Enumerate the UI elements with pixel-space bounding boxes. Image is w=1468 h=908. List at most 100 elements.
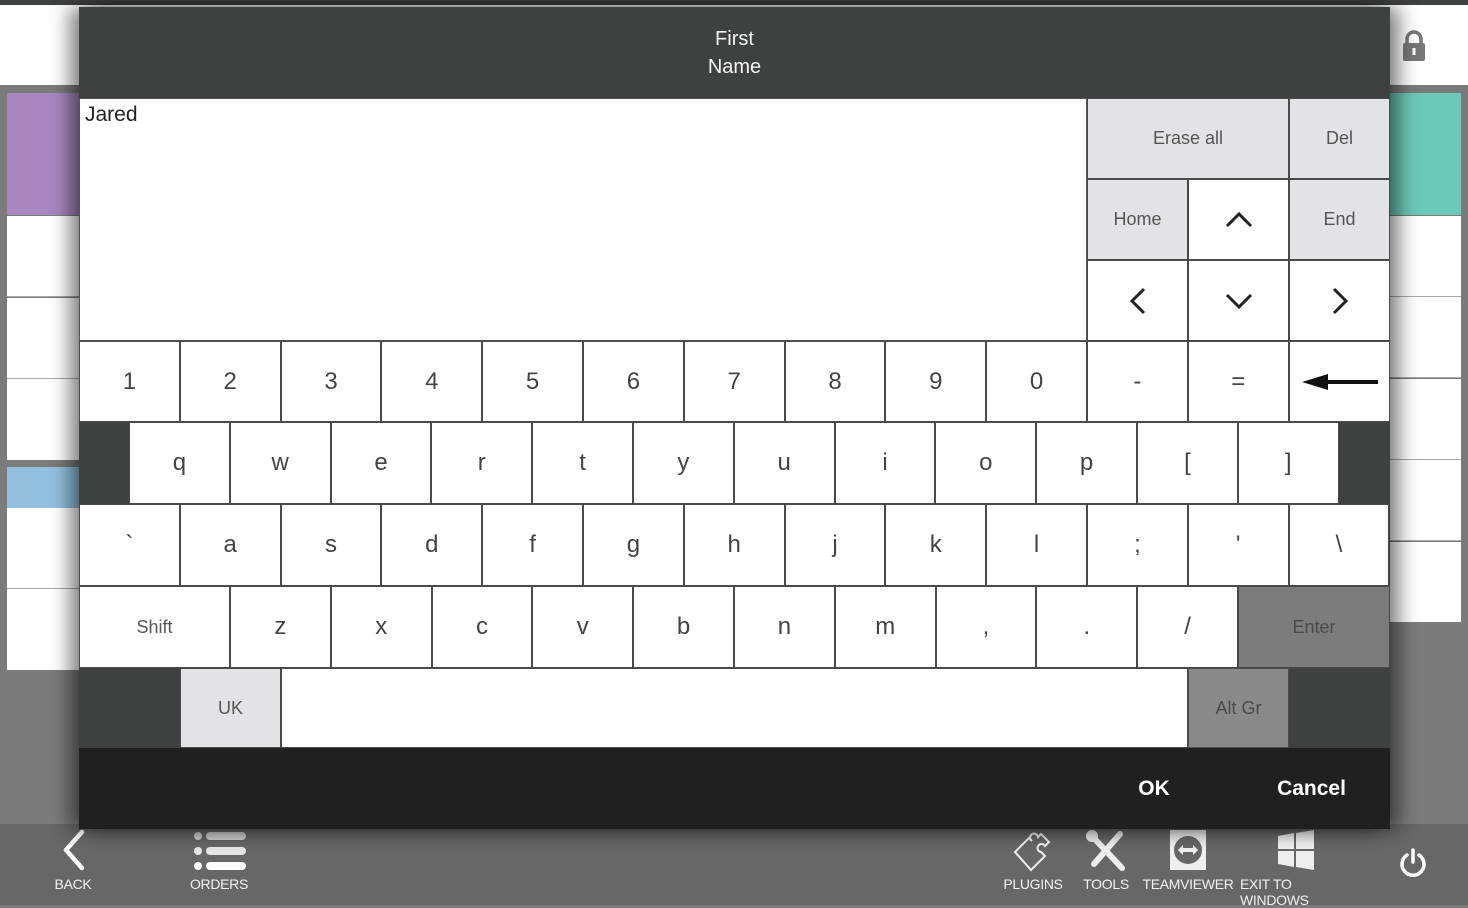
plugins-label: PLUGINS <box>1003 876 1063 892</box>
key[interactable]: n <box>734 586 835 668</box>
key[interactable]: i <box>834 422 936 504</box>
key[interactable]: x <box>330 586 432 668</box>
left-key[interactable] <box>1087 260 1188 341</box>
key[interactable]: 9 <box>885 341 987 422</box>
key[interactable]: 2 <box>179 341 281 422</box>
first-name-input[interactable]: Jared <box>79 98 1087 341</box>
key[interactable]: . <box>1036 586 1138 668</box>
list-icon <box>194 832 246 870</box>
orders-button[interactable]: ORDERS <box>188 828 250 892</box>
space-key[interactable] <box>281 668 1188 748</box>
right-key[interactable] <box>1289 260 1390 341</box>
key[interactable]: ' <box>1187 504 1289 586</box>
row-filler <box>1289 668 1390 748</box>
key[interactable]: g <box>583 504 684 586</box>
title-line-2: Name <box>707 55 762 78</box>
key[interactable]: j <box>784 504 886 586</box>
key[interactable]: d <box>381 504 483 586</box>
tile[interactable] <box>7 298 82 379</box>
layout-uk-key[interactable]: UK <box>180 668 281 748</box>
tile[interactable] <box>7 216 82 297</box>
tile-purple[interactable] <box>7 93 82 215</box>
key[interactable]: r <box>431 422 533 504</box>
power-icon[interactable] <box>1397 847 1429 879</box>
back-label: BACK <box>54 876 92 892</box>
plugins-button[interactable]: PLUGINS <box>1003 828 1063 892</box>
tile[interactable] <box>7 379 82 460</box>
key[interactable]: o <box>935 422 1037 504</box>
shift-key[interactable]: Shift <box>79 586 230 668</box>
key[interactable]: 5 <box>482 341 583 422</box>
tile[interactable] <box>7 508 82 589</box>
tile[interactable] <box>1387 379 1461 460</box>
exit-to-windows-button[interactable]: EXIT TO WINDOWS <box>1240 828 1352 908</box>
teamviewer-button[interactable]: TEAMVIEWER <box>1142 828 1234 892</box>
key[interactable]: , <box>935 586 1037 668</box>
back-button[interactable]: BACK <box>50 828 96 892</box>
key[interactable]: 3 <box>280 341 382 422</box>
ok-button[interactable]: OK <box>1099 748 1209 829</box>
key[interactable]: y <box>633 422 734 504</box>
enter-key[interactable]: Enter <box>1238 586 1390 668</box>
key[interactable]: 4 <box>381 341 483 422</box>
chevron-up-icon <box>1225 211 1252 227</box>
key[interactable]: 7 <box>683 341 785 422</box>
key[interactable]: b <box>633 586 734 668</box>
tile[interactable] <box>1387 542 1461 622</box>
key[interactable]: v <box>532 586 634 668</box>
key[interactable]: ; <box>1087 504 1188 586</box>
home-key[interactable]: Home <box>1087 179 1188 260</box>
key[interactable]: ` <box>79 504 180 586</box>
backspace-arrow-icon <box>1301 373 1378 390</box>
key[interactable]: a <box>179 504 281 586</box>
tools-button[interactable]: TOOLS <box>1083 828 1129 892</box>
key[interactable]: 1 <box>79 341 180 422</box>
key[interactable]: u <box>733 422 835 504</box>
up-key[interactable] <box>1188 179 1289 260</box>
chevron-left-icon <box>1129 287 1145 314</box>
key[interactable]: t <box>532 422 633 504</box>
puzzle-icon <box>1013 832 1051 872</box>
key[interactable]: l <box>986 504 1087 586</box>
key[interactable]: / <box>1137 586 1238 668</box>
key[interactable]: w <box>229 422 331 504</box>
key[interactable]: q <box>129 422 230 504</box>
tile[interactable] <box>7 589 82 670</box>
teamviewer-icon <box>1170 830 1206 870</box>
key[interactable]: m <box>834 586 936 668</box>
down-key[interactable] <box>1188 260 1289 341</box>
alt-gr-key[interactable]: Alt Gr <box>1188 668 1289 748</box>
key[interactable]: = <box>1187 341 1289 422</box>
erase-all-key[interactable]: Erase all <box>1087 98 1289 179</box>
key[interactable]: h <box>683 504 785 586</box>
lock-icon[interactable] <box>1401 30 1427 62</box>
key[interactable]: - <box>1087 341 1188 422</box>
key[interactable]: f <box>482 504 583 586</box>
tile-teal[interactable] <box>1387 93 1461 215</box>
teamviewer-label: TEAMVIEWER <box>1142 876 1234 892</box>
cancel-button[interactable]: Cancel <box>1249 748 1374 829</box>
key[interactable]: s <box>280 504 382 586</box>
dialog-title: First Name <box>79 7 1390 98</box>
tile[interactable] <box>1387 460 1461 541</box>
dialog-footer: OK Cancel <box>79 748 1390 829</box>
key[interactable]: \ <box>1288 504 1390 586</box>
end-key[interactable]: End <box>1289 179 1390 260</box>
key[interactable]: ] <box>1237 422 1339 504</box>
key[interactable]: [ <box>1137 422 1238 504</box>
backspace-key[interactable] <box>1289 341 1390 422</box>
keyboard-dialog: First Name Jared Erase all Del Home End … <box>79 7 1390 829</box>
key[interactable]: e <box>330 422 432 504</box>
row-filler <box>79 668 180 748</box>
key[interactable]: 8 <box>784 341 886 422</box>
key[interactable]: c <box>431 586 533 668</box>
key[interactable]: 0 <box>986 341 1087 422</box>
key[interactable]: 6 <box>583 341 684 422</box>
del-key[interactable]: Del <box>1289 98 1390 179</box>
tile[interactable] <box>1387 216 1461 297</box>
tile[interactable] <box>1387 297 1461 378</box>
key[interactable]: z <box>230 586 331 668</box>
key[interactable]: k <box>885 504 987 586</box>
key[interactable]: p <box>1036 422 1137 504</box>
tile-blue[interactable] <box>7 467 82 508</box>
